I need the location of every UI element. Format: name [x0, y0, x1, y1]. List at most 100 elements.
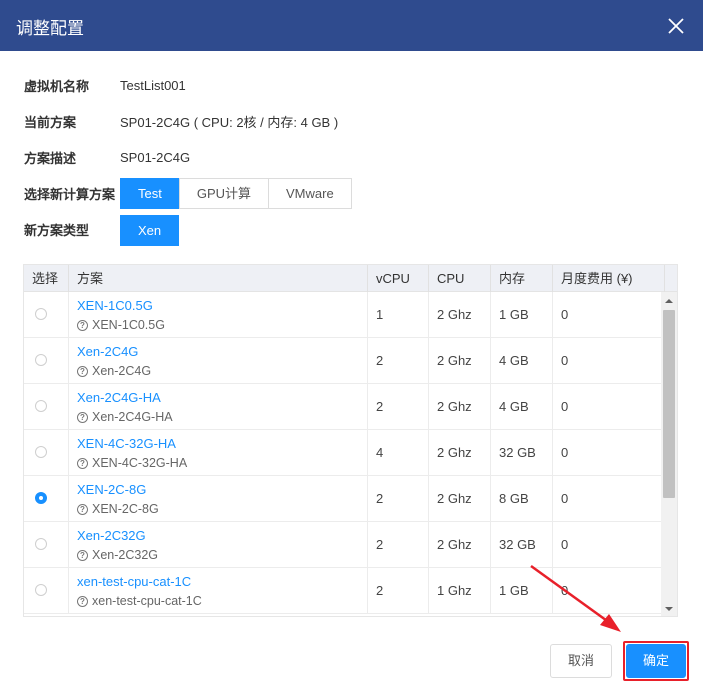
dialog-header: 调整配置: [0, 0, 703, 51]
select-plan-label: 选择新计算方案: [24, 186, 116, 202]
fee-cell: 0: [561, 445, 569, 460]
table-body: XEN-1C0.5G ? XEN-1C0.5G 1 2 Ghz 1 GB 0 Xe…: [24, 292, 661, 616]
table-scrollbar[interactable]: [661, 292, 677, 616]
table-row[interactable]: Xen-2C4G-HA ? Xen-2C4G-HA 2 2 Ghz 4 GB 0: [24, 384, 661, 430]
plan-desc: ? Xen-2C4G: [77, 364, 151, 378]
cancel-button[interactable]: 取消: [550, 644, 612, 678]
question-icon: ?: [77, 595, 88, 607]
table-header: 选择 方案 vCPU CPU 内存 月度费用 (¥): [24, 265, 677, 292]
compute-option-test[interactable]: Test: [120, 178, 180, 209]
question-icon: ?: [77, 503, 88, 515]
cpu-cell: 2 Ghz: [429, 338, 491, 384]
memory-cell: 4 GB: [491, 338, 553, 384]
table-row[interactable]: XEN-1C0.5G ? XEN-1C0.5G 1 2 Ghz 1 GB 0: [24, 292, 661, 338]
compute-plan-selector: Test GPU计算 VMware: [120, 178, 352, 209]
plan-desc: ? xen-test-cpu-cat-1C: [77, 594, 202, 608]
type-option-xen[interactable]: Xen: [120, 215, 180, 246]
plan-desc-value: SP01-2C4G: [120, 149, 191, 165]
fee-cell: 0: [561, 583, 569, 598]
plan-name-link[interactable]: XEN-1C0.5G: [77, 298, 153, 313]
fee-cell: 0: [561, 307, 569, 322]
memory-cell: 1 GB: [491, 568, 553, 614]
vm-name-value: TestList001: [120, 77, 186, 93]
vcpu-cell: 2: [368, 522, 429, 568]
vcpu-cell: 2: [368, 568, 429, 614]
col-plan: 方案: [69, 265, 368, 292]
select-plan-row: 选择新计算方案: [24, 181, 120, 205]
row-radio[interactable]: [35, 538, 47, 550]
compute-option-gpu[interactable]: GPU计算: [178, 178, 270, 209]
plan-desc-row: 方案描述 SP01-2C4G: [24, 145, 190, 169]
plan-name-link[interactable]: Xen-2C4G-HA: [77, 390, 161, 405]
confirm-button[interactable]: 确定: [626, 644, 686, 678]
plan-name-link[interactable]: xen-test-cpu-cat-1C: [77, 574, 191, 589]
new-type-label: 新方案类型: [24, 222, 90, 238]
vcpu-cell: 2: [368, 338, 429, 384]
memory-cell: 32 GB: [491, 522, 553, 568]
fee-cell: 0: [561, 353, 569, 368]
plan-type-selector: Xen: [120, 215, 180, 246]
cpu-cell: 1 Ghz: [429, 568, 491, 614]
vm-name-label: 虚拟机名称: [24, 78, 90, 94]
compute-option-vmware[interactable]: VMware: [268, 178, 352, 209]
cpu-cell: 2 Ghz: [429, 522, 491, 568]
vcpu-cell: 2: [368, 384, 429, 430]
table-row[interactable]: Xen-2C4G ? Xen-2C4G 2 2 Ghz 4 GB 0: [24, 338, 661, 384]
current-plan-label: 当前方案: [24, 114, 77, 130]
scroll-down-arrow-icon[interactable]: [661, 604, 677, 614]
plan-desc: ? Xen-2C32G: [77, 548, 158, 562]
scrollbar-thumb[interactable]: [663, 310, 675, 498]
plan-desc: ? Xen-2C4G-HA: [77, 410, 173, 424]
col-select: 选择: [24, 265, 69, 292]
plan-name-link[interactable]: XEN-4C-32G-HA: [77, 436, 176, 451]
col-vcpu: vCPU: [368, 265, 429, 292]
table-row[interactable]: XEN-4C-32G-HA ? XEN-4C-32G-HA 4 2 Ghz 32 …: [24, 430, 661, 476]
memory-cell: 1 GB: [491, 292, 553, 338]
plan-desc: ? XEN-2C-8G: [77, 502, 159, 516]
col-monthly-fee: 月度费用 (¥): [553, 265, 665, 292]
question-icon: ?: [77, 549, 88, 561]
vcpu-cell: 1: [368, 292, 429, 338]
col-memory: 内存: [491, 265, 553, 292]
row-radio[interactable]: [35, 584, 47, 596]
plan-desc: ? XEN-1C0.5G: [77, 318, 165, 332]
memory-cell: 8 GB: [491, 476, 553, 522]
plan-name-link[interactable]: Xen-2C32G: [77, 528, 146, 543]
table-row[interactable]: xen-test-cpu-cat-1C ? xen-test-cpu-cat-1C…: [24, 568, 661, 614]
table-row[interactable]: XEN-2C-8G ? XEN-2C-8G 2 2 Ghz 8 GB 0: [24, 476, 661, 522]
fee-cell: 0: [561, 537, 569, 552]
new-type-row: 新方案类型: [24, 217, 120, 241]
row-radio-selected[interactable]: [35, 492, 47, 504]
question-icon: ?: [77, 319, 88, 331]
table-row[interactable]: Xen-2C32G ? Xen-2C32G 2 2 Ghz 32 GB 0: [24, 522, 661, 568]
row-radio[interactable]: [35, 400, 47, 412]
fee-cell: 0: [561, 491, 569, 506]
cpu-cell: 2 Ghz: [429, 476, 491, 522]
cpu-cell: 2 Ghz: [429, 430, 491, 476]
row-radio[interactable]: [35, 446, 47, 458]
vm-name-row: 虚拟机名称 TestList001: [24, 73, 186, 97]
vcpu-cell: 4: [368, 430, 429, 476]
current-plan-value: SP01-2C4G ( CPU: 2核 / 内存: 4 GB ): [120, 114, 339, 130]
scroll-up-arrow-icon[interactable]: [661, 296, 677, 306]
close-icon[interactable]: [667, 17, 685, 35]
row-radio[interactable]: [35, 354, 47, 366]
question-icon: ?: [77, 457, 88, 469]
question-icon: ?: [77, 365, 88, 377]
plan-desc-label: 方案描述: [24, 150, 77, 166]
memory-cell: 32 GB: [491, 430, 553, 476]
row-radio[interactable]: [35, 308, 47, 320]
memory-cell: 4 GB: [491, 384, 553, 430]
plan-name-link[interactable]: Xen-2C4G: [77, 344, 138, 359]
fee-cell: 0: [561, 399, 569, 414]
cpu-cell: 2 Ghz: [429, 384, 491, 430]
question-icon: ?: [77, 411, 88, 423]
plan-name-link[interactable]: XEN-2C-8G: [77, 482, 146, 497]
vcpu-cell: 2: [368, 476, 429, 522]
plan-table: 选择 方案 vCPU CPU 内存 月度费用 (¥) XEN-1C0.5G ? X…: [23, 264, 678, 617]
dialog-title: 调整配置: [16, 19, 84, 38]
col-cpu: CPU: [429, 265, 491, 292]
current-plan-row: 当前方案 SP01-2C4G ( CPU: 2核 / 内存: 4 GB ): [24, 109, 338, 133]
plan-desc: ? XEN-4C-32G-HA: [77, 456, 187, 470]
cpu-cell: 2 Ghz: [429, 292, 491, 338]
